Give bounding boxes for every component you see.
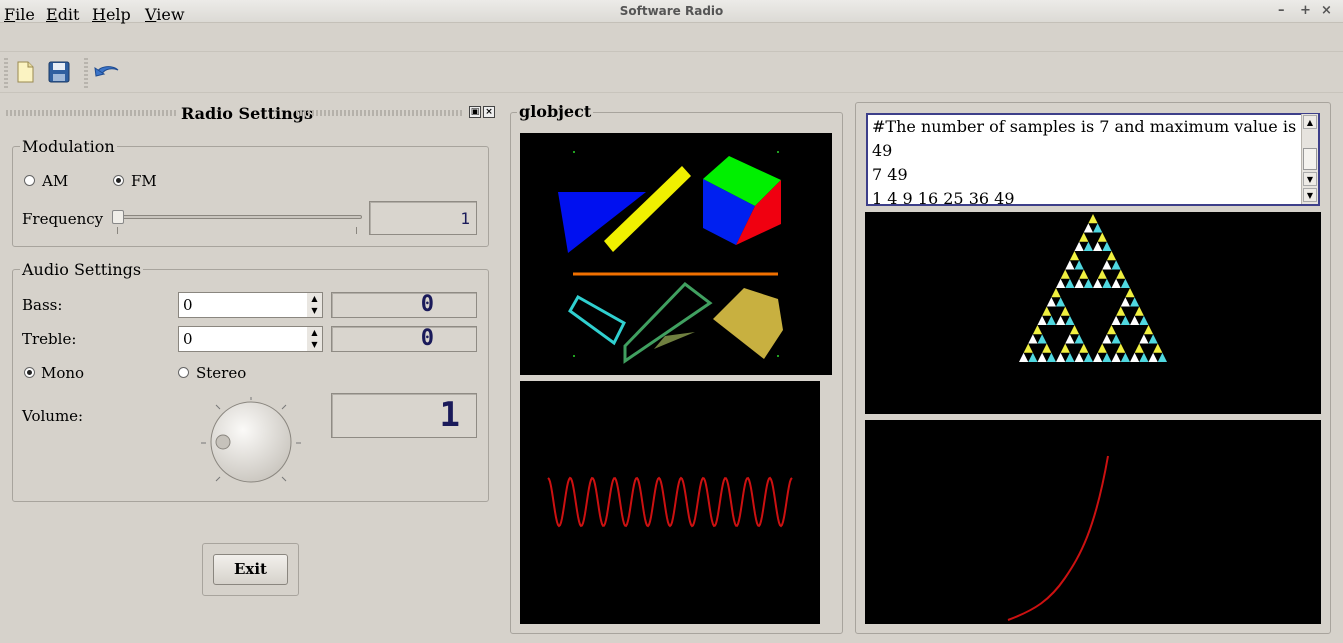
globject-title: globject <box>517 102 594 121</box>
maximize-button[interactable]: + <box>1300 3 1311 18</box>
menu-view-accel: V <box>145 5 157 24</box>
volume-dial[interactable] <box>198 395 304 491</box>
toolbar-grip-2[interactable] <box>84 58 88 88</box>
bass-lcd: 0 <box>331 292 477 318</box>
slider-tick-end <box>356 227 357 234</box>
window-title: Software Radio <box>619 4 724 18</box>
treble-lcd: 0 <box>331 326 477 352</box>
modulation-group-label: Modulation <box>20 137 117 156</box>
menu-help-label: elp <box>105 5 131 24</box>
minimize-button[interactable]: – <box>1278 3 1285 18</box>
scroll-down-mid-button[interactable]: ▼ <box>1303 172 1317 186</box>
undo-button[interactable] <box>92 58 122 86</box>
toolbar-grip[interactable] <box>4 58 8 88</box>
fm-radio[interactable] <box>113 175 124 186</box>
close-button[interactable]: × <box>1321 3 1332 18</box>
am-label: AM <box>42 172 69 190</box>
menu-file-accel: F <box>4 5 16 24</box>
bass-spin-arrows[interactable]: ▲ ▼ <box>307 292 323 318</box>
text-line-1: #The number of samples is 7 and maximum … <box>872 117 1297 136</box>
menu-file[interactable]: File <box>4 5 35 24</box>
gl-sierpinski-canvas <box>865 212 1321 414</box>
menu-edit[interactable]: Edit <box>46 5 79 24</box>
volume-label: Volume: <box>22 407 84 425</box>
new-file-icon <box>17 61 34 83</box>
text-line-3: 7 49 <box>872 165 908 184</box>
toolbar <box>0 53 1343 93</box>
gl-curve-canvas <box>865 420 1321 624</box>
radio-settings-title: Radio Settings <box>181 104 313 123</box>
treble-label: Treble: <box>22 330 77 348</box>
menu-help-accel: H <box>92 5 106 24</box>
dock-close-button[interactable]: × <box>483 106 495 118</box>
menu-edit-label: dit <box>57 5 80 24</box>
menu-help[interactable]: Help <box>92 5 131 24</box>
new-file-button[interactable] <box>10 58 40 86</box>
treble-spin-arrows[interactable]: ▲ ▼ <box>307 326 323 352</box>
frequency-slider-handle[interactable] <box>112 210 124 224</box>
save-icon <box>48 61 70 83</box>
gl-shapes-canvas <box>520 133 832 375</box>
dock-grip-right[interactable] <box>296 110 462 116</box>
am-radio[interactable] <box>24 175 35 186</box>
menu-view-label: iew <box>156 5 185 24</box>
samples-text-area[interactable]: #The number of samples is 7 and maximum … <box>866 113 1320 206</box>
bass-spinbox[interactable]: 0 <box>178 292 308 318</box>
mono-radio[interactable] <box>24 367 35 378</box>
scroll-up-button[interactable]: ▲ <box>1303 115 1317 129</box>
exit-button[interactable]: Exit <box>213 554 288 585</box>
fm-label: FM <box>131 172 157 190</box>
text-line-4: 1 4 9 16 25 36 49 <box>872 189 1015 206</box>
stereo-radio[interactable] <box>178 367 189 378</box>
undo-icon <box>94 66 119 77</box>
dock-float-button[interactable]: ▣ <box>469 106 481 118</box>
slider-tick-start <box>117 227 118 234</box>
mono-label: Mono <box>41 364 85 382</box>
scroll-thumb[interactable] <box>1303 148 1317 170</box>
audio-settings-group-label: Audio Settings <box>20 260 144 279</box>
text-scrollbar[interactable]: ▲ ▼ ▼ <box>1301 114 1318 204</box>
stereo-label: Stereo <box>196 364 247 382</box>
bass-label: Bass: <box>22 296 63 314</box>
frequency-slider-track[interactable] <box>112 215 362 219</box>
menu-view[interactable]: View <box>145 5 185 24</box>
gl-sine-canvas <box>520 381 820 624</box>
menu-bar <box>0 24 1343 52</box>
scroll-down-button[interactable]: ▼ <box>1303 188 1317 202</box>
menu-file-label: ile <box>15 5 35 24</box>
volume-lcd: 1 <box>331 393 477 438</box>
text-line-2: 49 <box>872 141 893 160</box>
treble-spinbox[interactable]: 0 <box>178 326 308 352</box>
dock-grip-left[interactable] <box>6 110 176 116</box>
menu-edit-accel: E <box>46 5 58 24</box>
frequency-lcd: 1 <box>369 201 477 235</box>
frequency-label: Frequency <box>22 210 104 228</box>
save-button[interactable] <box>44 58 74 86</box>
